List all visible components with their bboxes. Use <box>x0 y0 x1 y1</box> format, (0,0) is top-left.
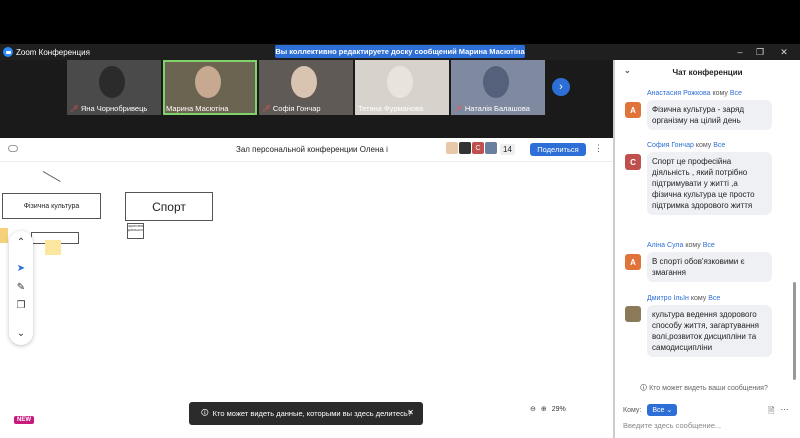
recipient-selector: Кому: Все ⌄ <box>623 404 678 416</box>
privacy-toast[interactable]: 🛈 Кто может видеть данные, которыми вы з… <box>189 402 423 425</box>
participant-video <box>291 66 317 98</box>
chevron-down-icon: ⌄ <box>666 407 673 414</box>
sticky-note[interactable] <box>45 240 61 255</box>
message-recipient: Все <box>713 142 726 149</box>
video-strip: 🎤︎ Яна Чорнобривець Марина Масютіна 🎤︎ Соф… <box>0 60 613 138</box>
pen-tool-icon[interactable]: ✎ <box>13 279 29 295</box>
collaboration-banner[interactable]: Вы коллективно редактируете доску сообще… <box>275 45 525 58</box>
message-bubble[interactable]: Спорт це професійна діяльність , який по… <box>647 152 772 215</box>
to-label: Кому: <box>623 406 642 414</box>
close-toast-icon[interactable]: ✕ <box>407 408 414 417</box>
message-author[interactable]: Анастасия Рожкова <box>647 90 711 97</box>
participant-tile[interactable]: 🎤︎ Яна Чорнобривець <box>67 60 161 115</box>
sticky-note[interactable] <box>0 228 8 243</box>
share-button[interactable]: Поделиться <box>530 143 586 156</box>
collaborator-count[interactable]: 14 <box>500 144 515 155</box>
chevron-up-icon[interactable]: ⌃ <box>13 234 29 250</box>
message-to-word: кому <box>690 295 707 302</box>
message-author[interactable]: Аліна Сула <box>647 242 683 249</box>
avatar: С <box>625 154 641 170</box>
participant-name: Тетяна Фурманова <box>358 104 424 113</box>
next-page-icon[interactable]: › <box>552 78 570 96</box>
select-tool-icon[interactable]: ➤ <box>13 260 29 276</box>
message-bubble[interactable]: Фізична культура - заряд організму на ці… <box>647 100 772 130</box>
new-badge: NEW <box>14 416 34 424</box>
chat-panel: ⌄ Чат конференции Анастасия Рожкова кому… <box>615 60 800 438</box>
avatar[interactable]: С <box>472 142 484 154</box>
zoom-in-icon[interactable]: ⊕ <box>541 405 547 413</box>
whiteboard-canvas[interactable] <box>0 138 613 438</box>
participant-video <box>483 66 509 98</box>
toast-text: Кто может видеть данные, которыми вы зде… <box>212 409 412 418</box>
minimize-icon[interactable]: – <box>730 44 750 60</box>
chat-actions: 🗎 ⋯ <box>768 405 788 419</box>
zoom-out-icon[interactable]: ⊖ <box>530 405 536 413</box>
participant-tile[interactable]: Тетяна Фурманова <box>355 60 449 115</box>
chat-scrollbar[interactable] <box>793 282 796 380</box>
zoom-logo-icon <box>3 47 13 57</box>
app-title: Zoom Конференция <box>16 47 90 57</box>
collaborator-avatars[interactable]: С <box>446 142 497 154</box>
mic-muted-icon: 🎤︎ <box>262 105 271 113</box>
close-icon[interactable]: ✕ <box>774 44 794 60</box>
message-to-word: кому <box>695 142 712 149</box>
participant-name: Наталія Балашова <box>464 104 530 113</box>
mic-muted-icon: 🎤︎ <box>454 105 463 113</box>
message-to-word: кому <box>685 242 701 249</box>
avatar: А <box>625 254 641 270</box>
participant-name: Яна Чорнобривець <box>80 104 148 113</box>
chat-header: ⌄ Чат конференции <box>615 60 800 84</box>
recipient-dropdown[interactable]: Все ⌄ <box>647 404 678 416</box>
recipient-value: Все <box>652 407 665 414</box>
who-can-see-text: Кто может видеть ваши сообщения? <box>649 385 768 392</box>
small-text-card[interactable]: ЗДОРОВ'Я ДІЯЛЬНІСТЬ <box>127 223 144 239</box>
message-recipient: Все <box>702 242 715 249</box>
chevron-down-icon[interactable]: ⌄ <box>624 66 631 75</box>
sticky-note-physical-culture[interactable]: Фізична культура <box>2 193 101 219</box>
message-input[interactable]: Введите здесь сообщение... <box>623 421 721 430</box>
avatar[interactable] <box>485 142 497 154</box>
participant-video <box>99 66 125 98</box>
more-options-icon[interactable]: ⋯ <box>780 405 788 419</box>
zoom-level[interactable]: 29% <box>552 406 566 413</box>
message-bubble[interactable]: культура ведення здорового способу життя… <box>647 305 772 357</box>
chat-title: Чат конференции <box>672 67 743 77</box>
file-icon[interactable]: 🗎 <box>768 405 774 419</box>
message-author[interactable]: София Гончар <box>647 142 694 149</box>
participant-video <box>387 66 413 98</box>
sticky-note-sport[interactable]: Спорт <box>125 192 213 221</box>
copy-tool-icon[interactable]: ❐ <box>13 297 29 313</box>
who-can-see-link[interactable]: 🛈 Кто может видеть ваши сообщения? <box>640 384 768 395</box>
avatar <box>625 306 641 322</box>
chevron-down-icon[interactable]: ⌄ <box>13 325 29 341</box>
maximize-icon[interactable]: ❐ <box>750 44 770 60</box>
participant-tile[interactable]: 🎤︎ Софія Гончар <box>259 60 353 115</box>
top-black-area <box>0 0 800 44</box>
participant-tile[interactable]: 🎤︎ Наталія Балашова <box>451 60 545 115</box>
participant-name: Софія Гончар <box>272 104 321 113</box>
participant-name: Марина Масютіна <box>166 104 229 113</box>
participant-video <box>195 66 221 98</box>
info-icon: 🛈 <box>201 408 209 417</box>
avatar[interactable] <box>446 142 458 154</box>
whiteboard-toolbar: ⌃ ➤ ✎ ❐ ⌄ <box>9 231 33 345</box>
zoom-controls: ⊖ ⊕ 29% <box>530 400 594 418</box>
cloud-icon[interactable] <box>8 145 18 152</box>
message-to-word: кому <box>712 90 728 97</box>
message-bubble[interactable]: В спорті обов'язковими є змагання <box>647 252 772 282</box>
more-options-icon[interactable]: ⋮ <box>594 143 603 154</box>
message-recipient: Все <box>708 295 721 302</box>
mic-muted-icon: 🎤︎ <box>70 105 79 113</box>
avatar: А <box>625 102 641 118</box>
avatar[interactable] <box>459 142 471 154</box>
message-recipient: Все <box>729 90 742 97</box>
whiteboard-title: Зал персональной конференции Олена і <box>236 145 388 154</box>
message-author[interactable]: Дмитро Ільїн <box>647 295 689 302</box>
participant-tile[interactable]: Марина Масютіна <box>163 60 257 115</box>
